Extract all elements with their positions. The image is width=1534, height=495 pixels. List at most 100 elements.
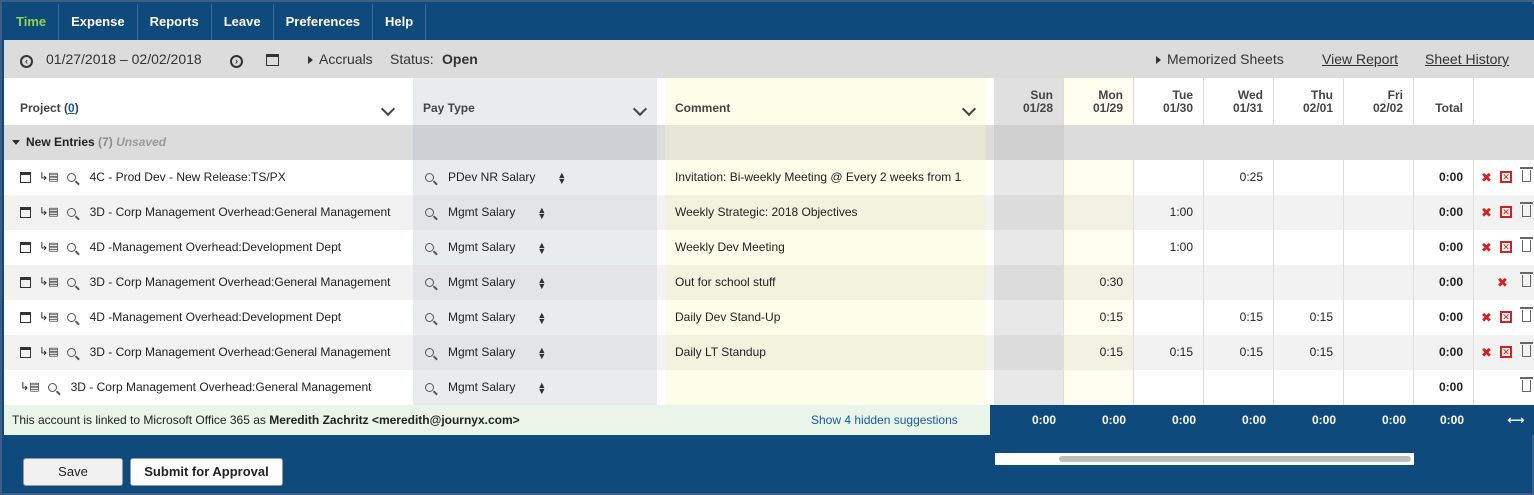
delete-entry-icon[interactable]: ✖ [1481,160,1492,195]
comment-cell[interactable]: Invitation: Bi-weekly Meeting @ Every 2 … [665,160,986,195]
hours-cell[interactable] [1134,265,1204,300]
project-cell[interactable]: ↳▤ 4D -Management Overhead:Development De… [4,230,405,265]
project-header[interactable]: Project (0) [4,78,405,125]
reject-icon[interactable]: ✕ [1500,206,1512,218]
resize-icon[interactable]: ⟷ [1506,405,1526,435]
search-icon[interactable] [66,208,76,218]
hours-cell[interactable] [1344,300,1414,335]
search-icon[interactable] [66,173,76,183]
sort-arrows-icon[interactable]: ▲ ▼ [537,205,546,220]
search-icon[interactable] [66,243,76,253]
search-icon[interactable] [66,348,76,358]
hours-cell[interactable] [1064,160,1134,195]
hours-cell[interactable] [1274,230,1344,265]
scrollbar-thumb[interactable] [1059,456,1411,462]
pay-type-cell[interactable]: Mgmt Salary ▲ ▼ [413,230,657,265]
sheet-history-link[interactable]: Sheet History [1425,40,1509,78]
hours-cell[interactable] [1064,230,1134,265]
sort-arrows-icon[interactable]: ▲ ▼ [557,170,566,185]
comment-cell[interactable]: Out for school stuff [665,265,986,300]
search-icon[interactable] [425,243,434,253]
calendar-icon[interactable] [20,207,31,219]
hours-cell[interactable] [994,335,1064,370]
trash-icon[interactable] [1520,272,1533,287]
split-entry-icon[interactable]: ↳▤ [39,230,59,265]
hours-cell[interactable]: 0:15 [1064,300,1134,335]
search-icon[interactable] [425,173,434,183]
next-period-icon[interactable]: › [230,40,243,78]
hours-cell[interactable]: 0:25 [1204,160,1274,195]
comment-header[interactable]: Comment [665,78,986,125]
chevron-down-icon[interactable] [961,101,977,117]
chevron-down-icon[interactable] [380,101,396,117]
search-icon[interactable] [66,313,76,323]
hours-cell[interactable] [994,160,1064,195]
search-icon[interactable] [425,313,434,323]
sort-arrows-icon[interactable]: ▲ ▼ [537,310,546,325]
split-entry-icon[interactable]: ↳▤ [39,335,59,370]
hours-cell[interactable] [1134,300,1204,335]
sort-arrows-icon[interactable]: ▲ ▼ [537,275,546,290]
tab-leave[interactable]: Leave [212,4,274,40]
tab-time[interactable]: Time [4,4,60,40]
calendar-icon[interactable] [20,242,31,254]
search-icon[interactable] [425,208,434,218]
project-cell[interactable]: ↳▤ 3D - Corp Management Overhead:General … [4,335,405,370]
hours-cell[interactable]: 1:00 [1134,230,1204,265]
reject-icon[interactable]: ✕ [1500,241,1512,253]
hours-cell[interactable] [1344,195,1414,230]
calendar-icon[interactable] [20,347,31,359]
hours-cell[interactable] [1344,335,1414,370]
hours-cell[interactable] [1204,195,1274,230]
delete-entry-icon[interactable]: ✖ [1481,335,1492,370]
trash-icon[interactable] [1520,307,1533,322]
project-cell[interactable]: ↳▤ 4D -Management Overhead:Development De… [4,300,405,335]
hours-cell[interactable] [994,230,1064,265]
pay-type-cell[interactable]: Mgmt Salary ▲ ▼ [413,370,657,405]
hours-cell[interactable] [1204,265,1274,300]
hours-cell[interactable]: 0:15 [1204,300,1274,335]
tab-reports[interactable]: Reports [138,4,212,40]
horizontal-scrollbar[interactable] [995,453,1414,465]
split-entry-icon[interactable]: ↳▤ [39,195,59,230]
comment-cell[interactable]: Daily Dev Stand-Up [665,300,986,335]
project-count-link[interactable]: 0 [68,101,75,115]
comment-cell[interactable]: Weekly Strategic: 2018 Objectives [665,195,986,230]
search-icon[interactable] [66,278,76,288]
pay-type-cell[interactable]: Mgmt Salary ▲ ▼ [413,335,657,370]
delete-entry-icon[interactable]: ✖ [1481,195,1492,230]
delete-entry-icon[interactable]: ✖ [1497,265,1508,300]
hours-cell[interactable] [1204,230,1274,265]
reject-icon[interactable]: ✕ [1500,311,1512,323]
pay-type-header[interactable]: Pay Type [413,78,657,125]
trash-icon[interactable] [1520,202,1533,217]
hours-cell[interactable]: 0:15 [1274,335,1344,370]
delete-entry-icon[interactable]: ✖ [1481,230,1492,265]
hours-cell[interactable] [1274,370,1344,405]
pay-type-cell[interactable]: Mgmt Salary ▲ ▼ [413,195,657,230]
project-cell[interactable]: ↳▤ 3D - Corp Management Overhead:General … [4,265,405,300]
hours-cell[interactable] [994,370,1064,405]
hours-cell[interactable]: 0:30 [1064,265,1134,300]
tab-help[interactable]: Help [373,4,427,40]
hours-cell[interactable] [1134,370,1204,405]
hours-cell[interactable] [994,265,1064,300]
view-report-link[interactable]: View Report [1322,40,1398,78]
hours-cell[interactable]: 0:15 [1064,335,1134,370]
sort-arrows-icon[interactable]: ▲ ▼ [537,240,546,255]
hours-cell[interactable]: 0:15 [1204,335,1274,370]
hidden-suggestions-link[interactable]: Show 4 hidden suggestions [811,405,958,435]
sort-arrows-icon[interactable]: ▲ ▼ [537,380,546,395]
search-icon[interactable] [47,383,57,393]
delete-entry-icon[interactable]: ✖ [1481,300,1492,335]
hours-cell[interactable] [1344,230,1414,265]
pay-type-cell[interactable]: PDev NR Salary ▲ ▼ [413,160,657,195]
memorized-sheets-toggle[interactable]: Memorized Sheets [1156,40,1284,78]
search-icon[interactable] [425,278,434,288]
split-entry-icon[interactable]: ↳▤ [20,370,40,405]
hours-cell[interactable] [1274,265,1344,300]
prev-period-icon[interactable]: ‹ [20,40,33,78]
search-icon[interactable] [425,383,434,393]
save-button[interactable]: Save [23,458,123,486]
chevron-down-icon[interactable] [632,101,648,117]
